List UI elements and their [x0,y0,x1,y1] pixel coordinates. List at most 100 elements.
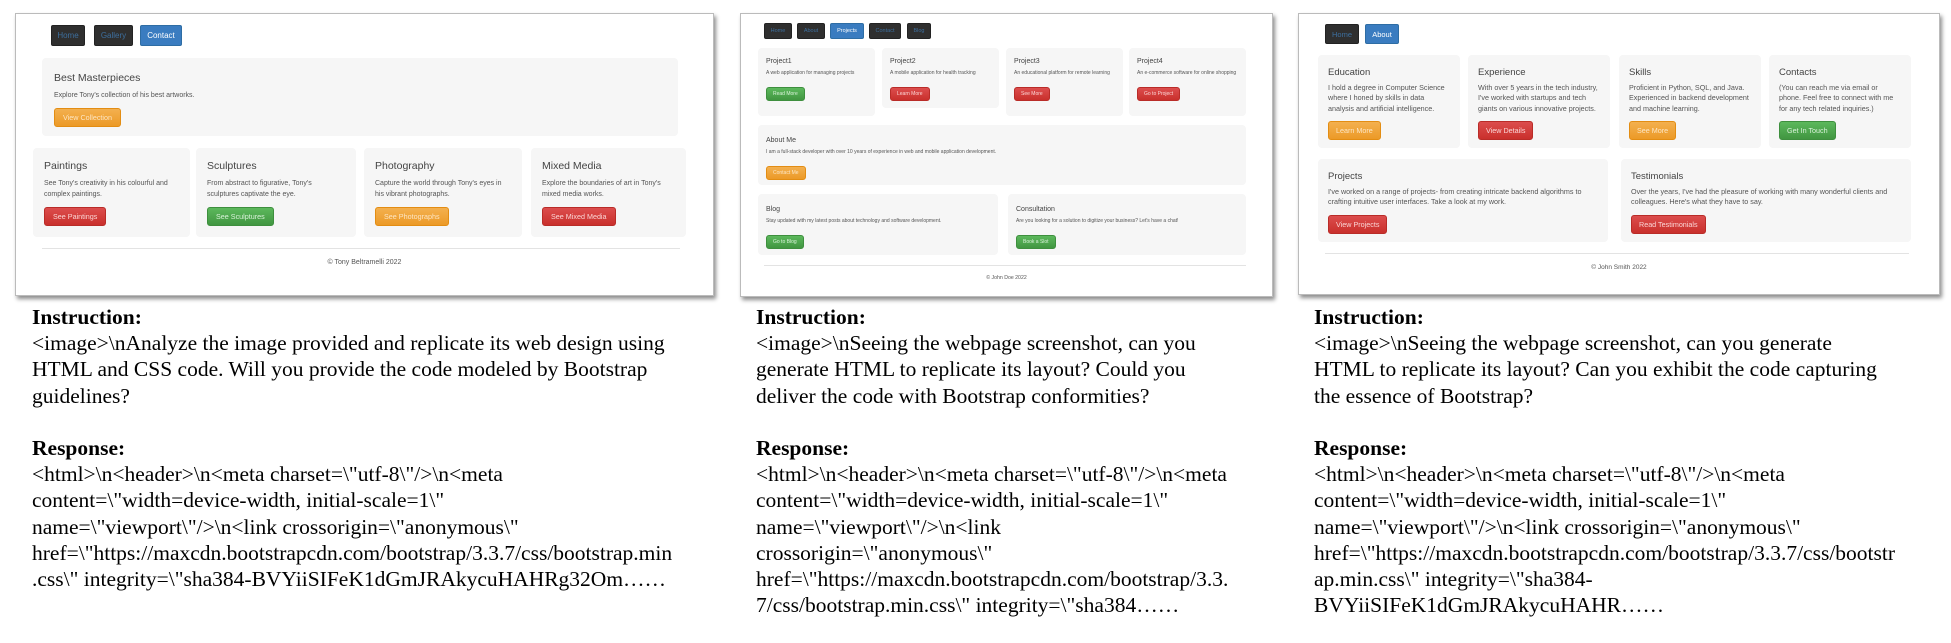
card-text: (You can reach me via email or phone. Fe… [1779,83,1894,113]
view-projects-button[interactable]: View Projects [1328,214,1388,234]
go-to-blog-button[interactable]: Go to Blog [766,234,804,249]
card-text: I hold a degree in Computer Science wher… [1328,83,1445,113]
card-experience: Experience With over 5 years in the tech… [1468,55,1610,148]
card-about-me: About Me I am a full-stack developer wit… [758,125,1246,185]
card-text: I am a full-stack developer with over 10… [766,149,997,155]
get-in-touch-button[interactable]: Get In Touch [1779,120,1836,140]
read-testimonials-button[interactable]: Read Testimonials [1631,214,1706,234]
card-title: Project4 [1137,58,1163,65]
caption-2: Instruction: <image>\nSeeing the webpage… [756,304,1228,618]
nav-projects[interactable]: Projects [830,23,864,39]
see-paintings-button[interactable]: See Paintings [44,207,107,226]
footer-copyright: © John Doe 2022 [986,275,1027,281]
jumbotron-text: Explore Tony's collection of his best ar… [54,92,195,99]
card-mixed-media: Mixed Media Explore the boundaries of ar… [531,148,686,237]
nav-about[interactable]: About [1365,24,1399,44]
see-photographs-button[interactable]: See Photographs [375,207,449,226]
jumbotron-title: Best Masterpieces [54,72,141,84]
view-collection-button[interactable]: View Collection [54,108,122,127]
go-to-project-button[interactable]: Go to Project [1137,86,1181,101]
card-testimonials: Testimonials Over the years, I've had th… [1621,159,1911,242]
nav-contact[interactable]: Contact [869,23,901,39]
card-title: Blog [766,206,781,213]
screenshot-portfolio-site: Home About Projects Contact Blog Project… [740,13,1273,297]
card-title: Skills [1629,67,1652,78]
view-details-button[interactable]: View Details [1478,120,1534,140]
read-more-button[interactable]: Read More [766,86,805,101]
response-line: content=\"width=device-width, initial-sc… [756,488,1169,513]
response-line: href=\"https://maxcdn.bootstrapcdn.com/b… [756,567,1229,592]
card-text: Stay updated with my latest posts about … [766,218,942,224]
card-skills: Skills Proficient in Python, SQL, and Ja… [1619,55,1761,148]
response-line: ap.min.css\" integrity=\"sha384- [1314,567,1593,592]
see-mixed-media-button[interactable]: See Mixed Media [542,207,616,226]
book-a-slot-button[interactable]: Book a Slot [1016,234,1056,249]
card-text: An e-commerce software for online shoppi… [1137,70,1237,76]
card-title: Project3 [1014,58,1040,65]
nav-gallery[interactable]: Gallery [94,25,133,46]
card-title: Project2 [890,58,916,65]
see-sculptures-button[interactable]: See Sculptures [207,207,274,226]
card-text: Are you looking for a solution to digiti… [1016,218,1179,224]
screenshot-resume-site: Home About Education I hold a degree in … [1298,13,1940,295]
nav-contact[interactable]: Contact [140,25,182,46]
card-title: Education [1328,67,1371,78]
card-text: Proficient in Python, SQL, and Java. Exp… [1629,83,1749,113]
instruction-line: HTML to replicate its layout? Can you ex… [1314,357,1877,382]
nav-home[interactable]: Home [1325,24,1359,44]
footer-copyright: © John Smith 2022 [1591,264,1647,271]
nav-blog[interactable]: Blog [907,23,931,39]
instruction-line: generate HTML to replicate its layout? C… [756,357,1186,382]
card-project4: Project4 An e-commerce software for onli… [1129,48,1246,116]
instruction-line: <image>\nSeeing the webpage screenshot, … [756,331,1196,356]
instruction-line: the essence of Bootstrap? [1314,383,1534,408]
response-line: href=\"https://maxcdn.bootstrapcdn.com/b… [1314,540,1896,565]
card-text: An educational platform for remote learn… [1014,70,1110,76]
instruction-line: HTML and CSS code. Will you provide the … [32,357,648,382]
response-label: Response: [1314,436,1408,460]
card-blog: Blog Stay updated with my latest posts a… [758,194,998,255]
card-title: Testimonials [1631,171,1684,182]
response-label: Response: [756,436,850,460]
instruction-label: Instruction: [1314,305,1424,329]
card-title: Photography [375,160,435,172]
nav-home[interactable]: Home [764,23,792,39]
response-line: content=\"width=device-width, initial-sc… [1314,488,1727,513]
response-line: BVYiiSIFeK1dGmJRAkycuHAHR…… [1314,593,1664,618]
instruction-line: <image>\nSeeing the webpage screenshot, … [1314,331,1832,356]
card-text: From abstract to figurative, Tony's scul… [207,180,312,198]
card-text: A web application for managing projects [766,70,855,76]
card-project1: Project1 A web application for managing … [758,48,875,116]
response-line: name=\"viewport\"/>\n<link [756,514,1002,539]
instruction-label: Instruction: [32,305,142,329]
response-line: <html>\n<header>\n<meta charset=\"utf-8\… [756,462,1227,487]
learn-more-button[interactable]: Learn More [1328,120,1381,140]
card-text: Explore the boundaries of art in Tony's … [542,180,661,198]
card-title: Sculptures [207,160,257,172]
response-line: content=\"width=device-width, initial-sc… [32,488,445,513]
see-more-button[interactable]: See More [1629,120,1677,140]
card-title: Projects [1328,171,1363,182]
response-line: crossorigin=\"anonymous\" [756,540,993,565]
card-text: Over the years, I've had the pleasure of… [1631,187,1888,207]
card-sculptures: Sculptures From abstract to figurative, … [196,148,356,237]
contact-me-button[interactable]: Contact Me [766,165,806,180]
nav-about[interactable]: About [797,23,825,39]
jumbotron: Best Masterpieces Explore Tony's collect… [42,58,678,136]
response-line: <html>\n<header>\n<meta charset=\"utf-8\… [1314,462,1785,487]
nav-home[interactable]: Home [51,25,85,46]
card-photography: Photography Capture the world through To… [364,148,522,237]
response-line: name=\"viewport\"/>\n<link crossorigin=\… [32,514,519,539]
instruction-line: guidelines? [32,383,130,408]
instruction-line: <image>\nAnalyze the image provided and … [32,331,665,356]
card-projects: Projects I've worked on a range of proje… [1318,159,1608,242]
learn-more-button[interactable]: Learn More [890,86,930,101]
card-title: Experience [1478,67,1526,78]
card-text: Capture the world through Tony's eyes in… [375,180,502,198]
card-project2: Project2 A mobile application for health… [882,48,999,108]
card-project3: Project3 An educational platform for rem… [1006,48,1123,116]
card-text: A mobile application for health tracking [890,70,976,76]
response-line: 7/css/bootstrap.min.css\" integrity=\"sh… [756,593,1180,618]
see-more-button[interactable]: See More [1014,86,1050,101]
card-text: With over 5 years in the tech industry, … [1478,83,1598,113]
